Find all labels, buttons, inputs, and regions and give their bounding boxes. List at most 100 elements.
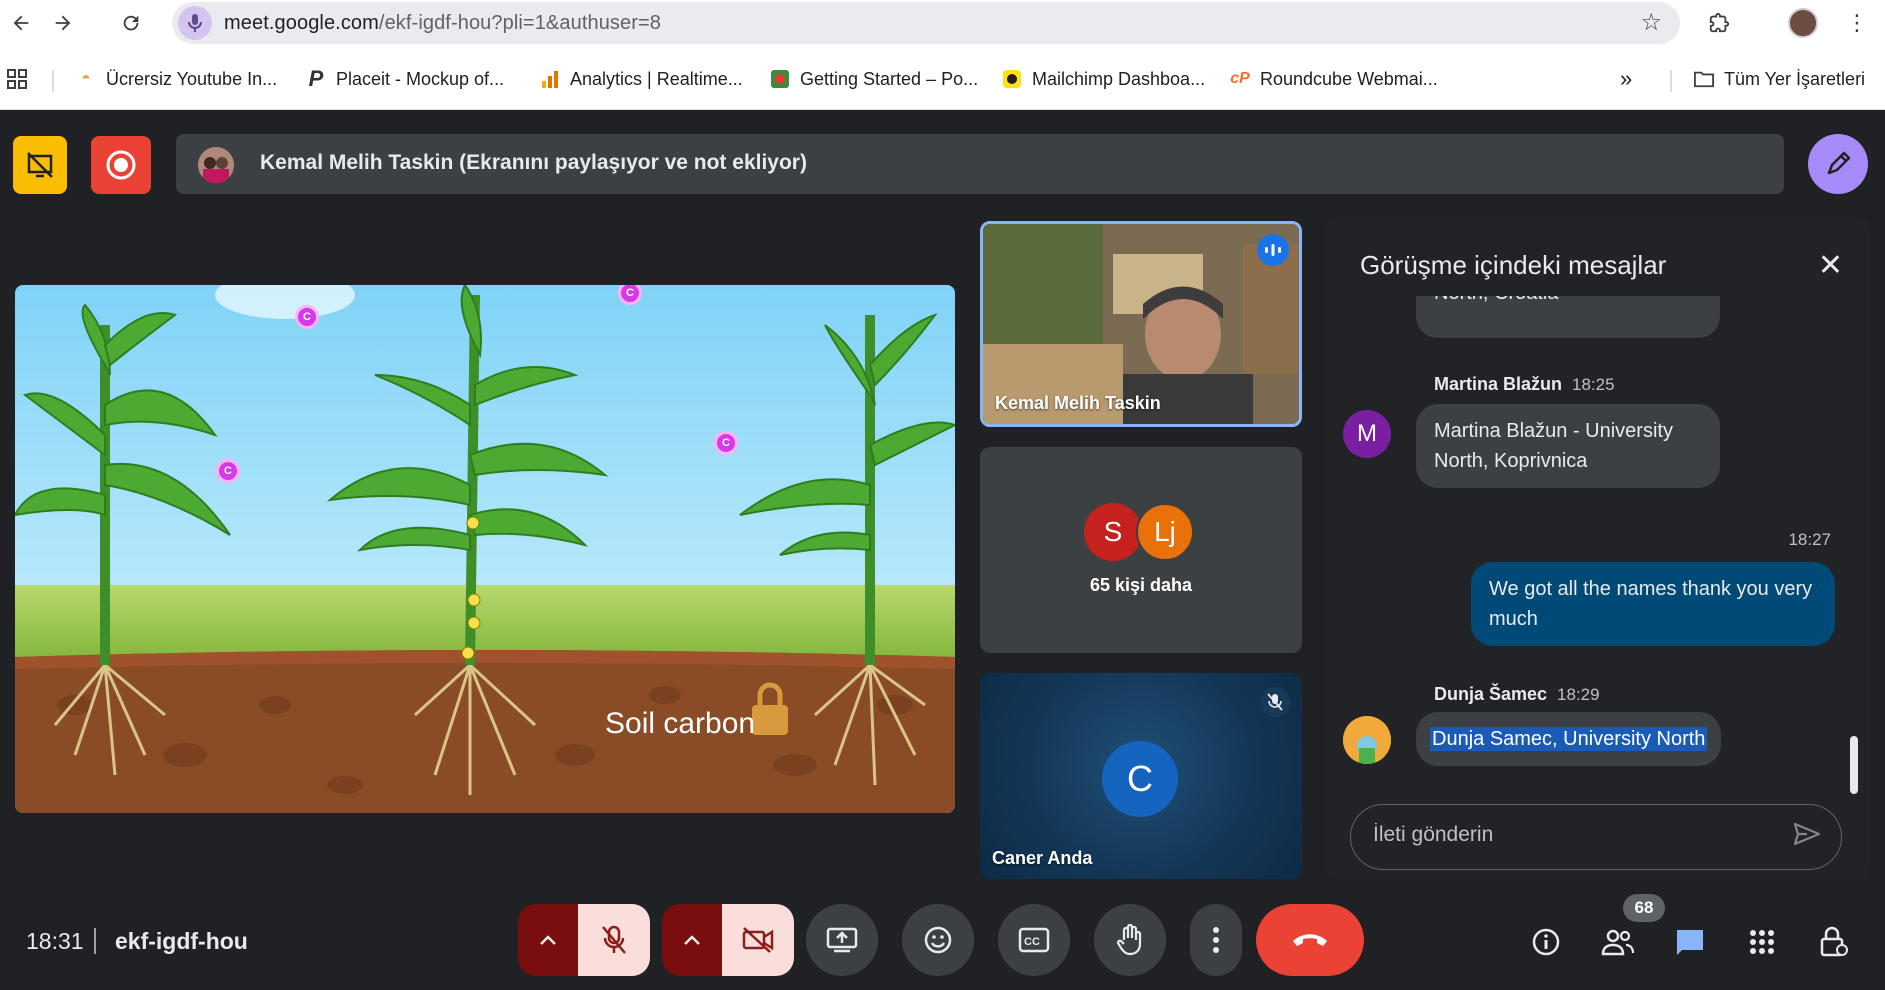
chat-message-text: Dunja Samec, University North [1430,727,1708,751]
bookmark-item[interactable]: Getting Started – Po... [770,66,978,92]
video-options-chevron-up-icon[interactable] [662,904,722,976]
participant-tile-kemal[interactable]: Kemal Melih Taskin [980,221,1302,427]
hang-up-icon [1293,934,1327,946]
presenter-banner: Kemal Melih Taskin (Ekranını paylaşıyor … [176,134,1784,194]
meet-top-bar: Kemal Melih Taskin (Ekranını paylaşıyor … [0,110,1885,210]
more-bookmarks-chevron-icon[interactable]: » [1620,66,1632,92]
recording-icon[interactable] [91,136,151,194]
message-time: 18:27 [1788,530,1831,549]
bookmark-label: Roundcube Webmai... [1260,68,1438,89]
more-participants-label: 65 kişi daha [1089,575,1193,595]
mailchimp-icon [1002,69,1022,89]
chat-title: Görüşme içindeki mesajlar [1360,250,1667,280]
placeit-icon: P [308,66,324,91]
participant-name: Caner Anda [992,848,1093,868]
bookmark-label: Getting Started – Po... [800,68,979,89]
plant-illustration [15,285,955,813]
stop-presenting-icon[interactable] [13,136,67,194]
sender-name: Dunja Šamec [1434,684,1548,704]
bookmark-item[interactable]: P Placeit - Mockup of... [306,66,504,92]
svg-text:CC: CC [1024,936,1040,948]
chat-scrollbar[interactable] [1850,736,1858,794]
bookmark-label: Analytics | Realtime... [570,68,743,89]
back-arrow-icon[interactable] [4,6,38,40]
chat-message-text: North, Croatia [1434,296,1702,308]
more-participants-tile[interactable]: S Lj 65 kişi daha [980,447,1302,653]
sender-name: Martina Blažun [1434,374,1563,394]
activities-grid-icon[interactable] [1740,920,1784,964]
bookmark-item[interactable]: ◓ Ücrersiz Youtube In... [76,66,277,92]
presenter-avatar [198,147,234,183]
raise-hand-button[interactable] [1094,904,1166,976]
camera-off-icon [742,927,774,953]
all-bookmarks-label: Tüm Yer İşaretleri [1724,68,1866,89]
meet-controls-bar: 18:31 ekf-igdf-hou CC 68 [0,880,1885,990]
folder-icon [1694,69,1714,89]
profile-avatar[interactable] [1786,6,1820,40]
apps-grid-icon[interactable] [6,66,28,92]
participant-tile-caner[interactable]: C Caner Anda [980,673,1302,879]
url-path: /ekf-igdf-hou?pli=1&authuser=8 [378,12,662,34]
chat-bubble: Dunja Samec, University North [1416,712,1722,766]
youtube-bookmark-icon: ◓ [81,70,91,87]
annotation-pen-icon[interactable] [1808,134,1868,194]
present-screen-button[interactable] [806,904,878,976]
mic-off-icon [602,925,626,954]
send-icon[interactable] [1793,821,1821,853]
forward-arrow-icon[interactable] [46,6,80,40]
carbon-molecule-icon: C [295,305,319,329]
bookmark-star-icon[interactable]: ☆ [1640,8,1662,37]
analytics-icon [540,69,560,89]
url-host: meet.google.com [224,12,379,34]
soil-carbon-label: Soil carbon [605,707,756,740]
divider [94,928,96,954]
microphone-icon[interactable] [178,6,212,40]
raise-hand-icon [1116,924,1142,956]
carbon-molecule-icon: C [714,431,738,455]
getting-started-icon [770,69,790,89]
extensions-icon[interactable] [1702,6,1736,40]
bookmarks-bar: ◓ Ücrersiz Youtube In... P Placeit - Moc… [0,58,1885,98]
host-controls-lock-icon[interactable] [1812,920,1856,964]
chat-message-input[interactable] [1373,823,1773,847]
carbon-molecule-icon: C [216,459,240,483]
browser-chrome: meet.google.com/ekf-igdf-hou?pli=1&authu… [0,0,1885,110]
speaking-indicator-icon [1257,234,1289,266]
avatar: S [1084,503,1142,561]
avatar: M [1343,410,1391,458]
bookmark-separator [52,70,54,92]
bookmark-item[interactable]: Analytics | Realtime... [540,66,743,92]
meeting-info-icon[interactable] [1524,920,1568,964]
bookmark-item[interactable]: Mailchimp Dashboa... [1002,66,1205,92]
meeting-code: ekf-igdf-hou [115,928,248,954]
cpanel-icon: cP [1230,70,1250,87]
bookmark-label: Mailchimp Dashboa... [1032,68,1206,89]
chat-bubble: Martina Blažun - University North, Kopri… [1416,404,1720,488]
close-icon[interactable]: ✕ [1818,248,1843,283]
chat-sender: Martina Blažun 18:25 [1434,374,1615,395]
captions-button[interactable]: CC [998,904,1070,976]
emoji-reaction-button[interactable] [902,904,974,976]
leave-call-button[interactable] [1256,904,1364,976]
bookmark-item[interactable]: cP Roundcube Webmai... [1230,66,1438,92]
more-options-icon[interactable] [1190,904,1242,976]
bookmark-label: Ücrersiz Youtube In... [106,68,278,89]
audio-options-chevron-up-icon[interactable] [518,904,578,976]
camera-off-button[interactable] [722,904,794,976]
url-text: meet.google.com/ekf-igdf-hou?pli=1&authu… [224,12,661,35]
mic-off-button[interactable] [578,904,650,976]
browser-menu-icon[interactable]: ⋮ [1840,6,1874,40]
bookmark-label: Placeit - Mockup of... [336,68,505,89]
mic-off-icon [1260,687,1290,717]
avatar [1343,716,1391,764]
people-icon[interactable] [1596,920,1640,964]
all-bookmarks-button[interactable]: Tüm Yer İşaretleri [1694,66,1865,92]
bookmark-separator [1670,70,1672,92]
chat-input-box [1350,804,1842,870]
smiley-icon [924,926,952,954]
reload-icon[interactable] [114,6,148,40]
presenter-banner-text: Kemal Melih Taskin (Ekranını paylaşıyor … [260,151,807,174]
clock: 18:31 [26,928,84,954]
address-bar[interactable]: meet.google.com/ekf-igdf-hou?pli=1&authu… [172,2,1680,44]
chat-icon[interactable] [1668,920,1712,964]
